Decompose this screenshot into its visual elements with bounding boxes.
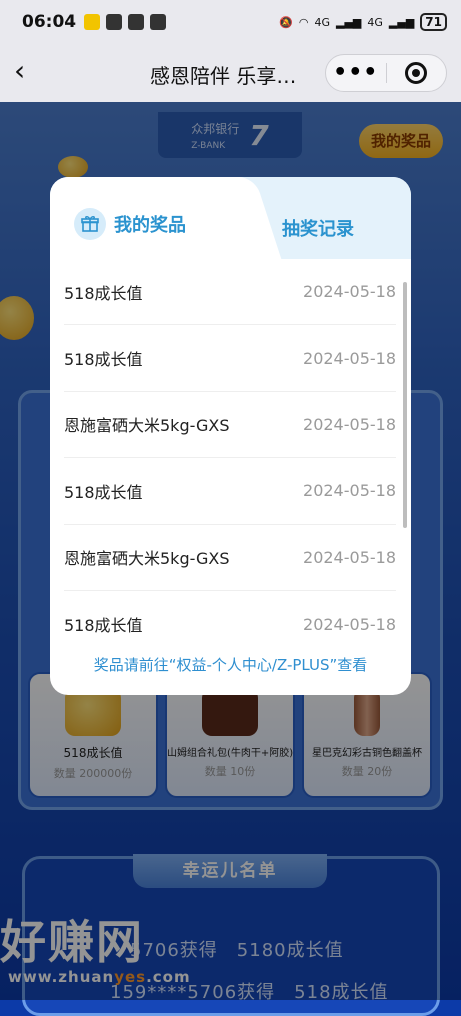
tab-my-prizes[interactable]: 我的奖品 bbox=[74, 208, 186, 240]
app-notification-icon bbox=[84, 14, 101, 30]
alarm-icon bbox=[128, 14, 145, 30]
tab-lottery-records[interactable]: 抽奖记录 bbox=[282, 215, 354, 241]
list-item: 恩施富硒大米5kg-GXS 2024-05-18 bbox=[64, 525, 396, 591]
mute-icon: 🔕 bbox=[279, 15, 293, 29]
tab-my-prizes-label: 我的奖品 bbox=[114, 215, 186, 236]
notification-icons bbox=[84, 14, 167, 30]
prize-item-date: 2024-05-18 bbox=[303, 614, 396, 634]
list-scrollbar[interactable] bbox=[403, 282, 407, 528]
nav-bar: ‹ 感恩陪伴 乐享… ••• bbox=[0, 44, 461, 102]
back-button[interactable]: ‹ bbox=[14, 56, 44, 90]
prize-item-date: 2024-05-18 bbox=[303, 282, 396, 302]
more-icon[interactable]: ••• bbox=[326, 62, 386, 84]
status-time: 06:04 bbox=[22, 12, 77, 32]
status-right: 🔕 ◠ 4G ▂▄▆ 4G ▂▄▆ 71 bbox=[279, 13, 447, 31]
prize-item-date: 2024-05-18 bbox=[303, 414, 396, 434]
signal-bars-icon-2: ▂▄▆ bbox=[388, 15, 415, 29]
prize-item-date: 2024-05-18 bbox=[303, 547, 396, 567]
list-item: 恩施富硒大米5kg-GXS 2024-05-18 bbox=[64, 392, 396, 459]
prize-item-name: 恩施富硒大米5kg-GXS bbox=[64, 549, 230, 569]
list-item: 518成长值 2024-05-18 bbox=[64, 458, 396, 525]
record-icon bbox=[405, 62, 428, 84]
page-title: 感恩陪伴 乐享… bbox=[150, 64, 297, 88]
close-miniapp-button[interactable] bbox=[386, 62, 446, 84]
prize-item-name: 518成长值 bbox=[64, 482, 143, 502]
prize-list: 518成长值 2024-05-18 518成长值 2024-05-18 恩施富硒… bbox=[64, 259, 396, 657]
signal-4g-icon-2: 4G bbox=[367, 15, 383, 29]
status-bar: 06:04 🔕 ◠ 4G ▂▄▆ 4G ▂▄▆ 71 bbox=[0, 0, 461, 44]
prize-item-name: 518成长值 bbox=[64, 350, 143, 370]
battery-icon: 71 bbox=[420, 13, 447, 31]
list-item: 518成长值 2024-05-18 bbox=[64, 325, 396, 392]
prize-redeem-hint: 奖品请前往“权益-个人中心/Z-PLUS”查看 bbox=[93, 656, 368, 674]
nfc-icon bbox=[106, 14, 123, 30]
list-item: 518成长值 2024-05-18 bbox=[64, 259, 396, 326]
prize-item-date: 2024-05-18 bbox=[303, 481, 396, 501]
prize-item-name: 518成长值 bbox=[64, 616, 143, 636]
signal-4g-icon-1: 4G bbox=[314, 15, 330, 29]
prize-records-modal: 我的奖品 抽奖记录 518成长值 2024-05-18 518成长值 2024-… bbox=[50, 177, 411, 695]
list-item: 518成长值 2024-05-18 bbox=[64, 591, 396, 657]
prize-item-name: 恩施富硒大米5kg-GXS bbox=[64, 416, 230, 436]
wifi-icon: ◠ bbox=[298, 15, 309, 29]
gift-icon bbox=[74, 208, 106, 240]
miniapp-capsule: ••• bbox=[325, 54, 447, 92]
signal-bars-icon-1: ▂▄▆ bbox=[335, 15, 362, 29]
modal-tabs: 我的奖品 抽奖记录 bbox=[50, 177, 411, 259]
prize-item-name: 518成长值 bbox=[64, 283, 143, 303]
prize-item-date: 2024-05-18 bbox=[303, 348, 396, 368]
bluetooth-icon bbox=[150, 14, 167, 30]
